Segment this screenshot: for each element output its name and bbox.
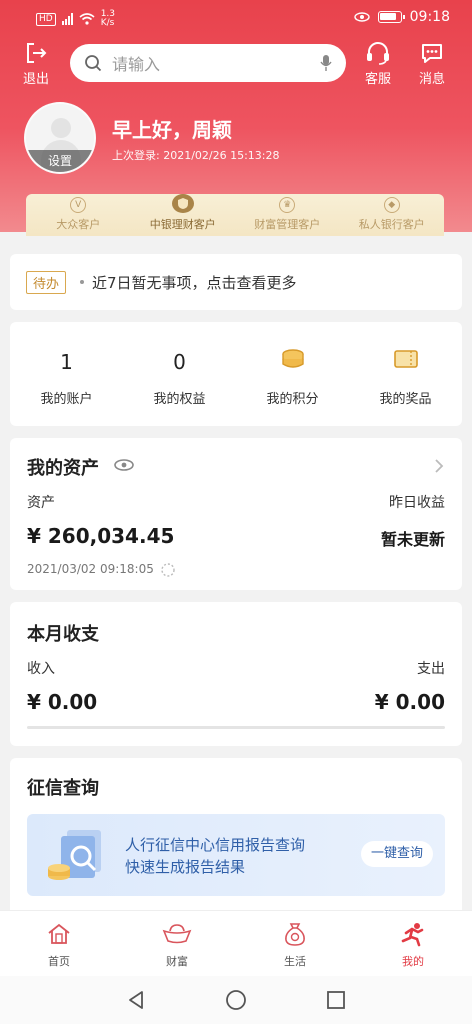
refresh-icon[interactable] — [160, 562, 176, 578]
my-points[interactable]: 我的积分 — [236, 322, 349, 426]
home-icon — [44, 919, 74, 949]
banner-line-1: 人行征信中心信用报告查询 — [125, 836, 306, 854]
home-circle-icon[interactable] — [224, 988, 248, 1012]
tier-mass-customer[interactable]: V 大众客户 — [26, 194, 131, 236]
status-bar: HD 1.3 K/s 09:18 — [0, 0, 472, 36]
search-icon — [85, 55, 102, 72]
search-bar[interactable]: 请输入 — [70, 44, 346, 82]
banner-line-2: 快速生成报告结果 — [125, 858, 246, 876]
credit-report-icon — [48, 830, 101, 880]
headset-icon — [365, 40, 391, 66]
credit-report-banner[interactable]: 人行征信中心信用报告查询 快速生成报告结果 一键查询 — [27, 814, 445, 896]
nav-home[interactable]: 首页 — [0, 911, 118, 976]
message-icon — [419, 40, 445, 66]
network-speed: 1.3 K/s — [100, 9, 116, 28]
shield-badge-icon — [171, 194, 194, 213]
bottom-nav: 首页 财富 生活 我的 — [0, 910, 472, 976]
assets-title: 我的资产 — [27, 458, 99, 479]
nav-mine[interactable]: 我的 — [354, 911, 472, 976]
my-accounts[interactable]: 1 我的账户 — [10, 322, 123, 426]
expense-label: 支出 — [417, 661, 445, 677]
income-value: ¥ 0.00 — [27, 690, 98, 714]
asset-timestamp: 2021/03/02 09:18:05 — [27, 562, 154, 576]
income-label: 收入 — [27, 661, 55, 677]
stats-card: 1 我的账户 0 我的权益 我的积分 我的奖品 — [10, 322, 462, 426]
greeting: 早上好，周颖 — [112, 118, 232, 142]
tier-wealth-customer[interactable]: ♛ 财富管理客户 — [235, 194, 340, 236]
message-label: 消息 — [418, 72, 445, 87]
logout-icon — [23, 40, 49, 66]
todo-tag: 待办 — [26, 270, 67, 294]
my-assets-card[interactable]: 我的资产 资产 昨日收益 ¥ 260,034.45 暂未更新 2021/03/0… — [10, 438, 462, 590]
credit-inquiry-card: 征信查询 人行征信中心信用报告查询 快速生成报告结果 一键查询 — [10, 758, 462, 918]
logout-label: 退出 — [22, 72, 49, 87]
last-login: 上次登录: 2021/02/26 15:13:28 — [112, 149, 280, 162]
my-prizes[interactable]: 我的奖品 — [349, 322, 462, 426]
customer-tier-bar: V 大众客户 中银理财客户 ♛ 财富管理客户 ◆ 私人银行客户 — [26, 194, 444, 236]
tier-wealth-management-customer[interactable]: 中银理财客户 — [131, 194, 236, 236]
recent-apps-icon[interactable] — [324, 988, 348, 1012]
monthly-income-expense-card[interactable]: 本月收支 收入 支出 ¥ 0.00 ¥ 0.00 — [10, 602, 462, 746]
avatar-settings-label[interactable]: 设置 — [26, 150, 94, 172]
my-rights[interactable]: 0 我的权益 — [123, 322, 236, 426]
monthly-title: 本月收支 — [27, 624, 99, 645]
yesterday-earnings-label: 昨日收益 — [389, 495, 445, 511]
asset-label: 资产 — [27, 495, 55, 511]
income-expense-bar — [27, 726, 445, 729]
todo-message: 近7日暂无事项，点击查看更多 — [92, 273, 297, 292]
gem-badge-icon: ◆ — [383, 197, 400, 213]
accounts-count: 1 — [60, 350, 73, 374]
tier-private-bank-customer[interactable]: ◆ 私人银行客户 — [340, 194, 445, 236]
battery-icon — [377, 11, 405, 23]
crown-badge-icon: ♛ — [279, 197, 296, 213]
runner-icon — [398, 919, 428, 949]
ingot-icon — [162, 919, 192, 949]
clock: 09:18 — [409, 9, 450, 25]
rights-count: 0 — [173, 350, 186, 374]
customer-service-label: 客服 — [364, 72, 391, 87]
nav-life[interactable]: 生活 — [236, 911, 354, 976]
customer-service-button[interactable]: 客服 — [356, 40, 400, 87]
expense-value: ¥ 0.00 — [374, 690, 445, 714]
visibility-eye-icon[interactable] — [114, 458, 134, 472]
back-icon[interactable] — [124, 988, 148, 1012]
network-type: HD — [36, 12, 56, 26]
credit-title: 征信查询 — [27, 778, 99, 799]
wifi-icon — [79, 13, 95, 25]
avatar[interactable]: 设置 — [24, 102, 96, 174]
top-bar: 退出 请输入 客服 消息 — [0, 40, 472, 87]
v-badge-icon: V — [70, 197, 87, 213]
nav-wealth[interactable]: 财富 — [118, 911, 236, 976]
system-nav-bar — [0, 976, 472, 1024]
logout-button[interactable]: 退出 — [14, 40, 58, 87]
money-bag-icon — [280, 919, 310, 949]
coins-icon — [280, 348, 306, 376]
ticket-icon — [393, 348, 419, 376]
message-button[interactable]: 消息 — [410, 40, 454, 87]
microphone-icon[interactable] — [320, 54, 332, 72]
signal-icon — [61, 13, 73, 25]
yesterday-earnings-value: 暂未更新 — [380, 530, 445, 549]
one-click-query-button[interactable]: 一键查询 — [361, 841, 433, 867]
search-input[interactable]: 请输入 — [112, 51, 320, 75]
chevron-right-icon[interactable] — [434, 458, 444, 474]
asset-value: ¥ 260,034.45 — [27, 524, 175, 548]
eye-icon — [353, 12, 370, 22]
todo-card[interactable]: 待办 近7日暂无事项，点击查看更多 — [10, 254, 462, 310]
